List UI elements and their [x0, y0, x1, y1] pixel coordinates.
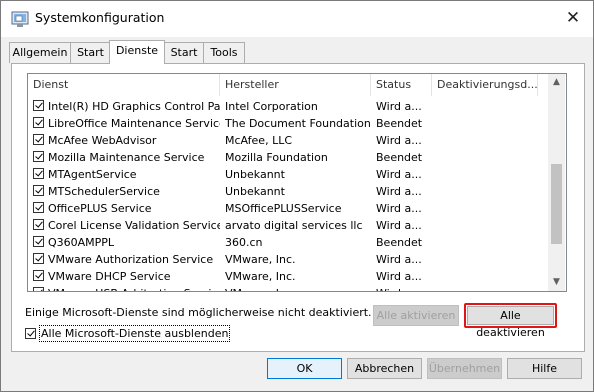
services-list[interactable]: Dienst Hersteller Status Deaktivierungsd…: [27, 73, 567, 292]
service-rows: Intel(R) HD Graphics Control Pa... Intel …: [28, 98, 538, 291]
service-vendor: MSOfficePLUSService: [225, 202, 342, 215]
tab-allgemein[interactable]: Allgemein: [9, 42, 71, 63]
tab-start-2[interactable]: Start: [164, 42, 204, 63]
service-checkbox-icon[interactable]: [33, 117, 44, 128]
service-status: Wird a...: [376, 100, 422, 113]
service-vendor: VMware, Inc.: [225, 285, 371, 291]
scrollbar-thumb[interactable]: [551, 164, 562, 244]
service-row[interactable]: Mozilla Maintenance Service Mozilla Found…: [28, 149, 538, 166]
column-header-dienst[interactable]: Dienst: [28, 74, 220, 96]
service-row[interactable]: Intel(R) HD Graphics Control Pa... Intel …: [28, 98, 538, 115]
service-checkbox-icon[interactable]: [33, 134, 44, 145]
ok-button[interactable]: OK: [267, 358, 342, 379]
service-checkbox-icon[interactable]: [33, 253, 44, 264]
service-name: LibreOffice Maintenance Service: [48, 117, 220, 130]
service-vendor: arvato digital services llc: [225, 219, 363, 232]
service-name: Q360AMPPL: [48, 236, 115, 249]
service-name: MTAgentService: [48, 168, 137, 181]
hide-microsoft-services-label: Alle Microsoft-Dienste ausblenden: [38, 325, 231, 342]
column-header-hersteller[interactable]: Hersteller: [220, 74, 371, 96]
service-name: OfficePLUS Service: [48, 202, 152, 215]
service-row[interactable]: OfficePLUS Service MSOfficePLUSService Wir…: [28, 200, 538, 217]
help-button[interactable]: Hilfe: [507, 358, 582, 379]
service-status: Wird a...: [376, 202, 422, 215]
service-row[interactable]: Q360AMPPL 360.cn Beendet: [28, 234, 538, 251]
close-icon: ✕: [565, 8, 581, 28]
hide-microsoft-services-check-icon[interactable]: [25, 328, 36, 339]
service-status: Wird a...: [376, 134, 422, 147]
service-vendor: 360.cn: [225, 236, 263, 249]
tab-dienste[interactable]: Dienste: [109, 40, 165, 64]
service-status: Wird a...: [376, 270, 422, 283]
service-checkbox-icon[interactable]: [33, 202, 44, 213]
service-checkbox-icon[interactable]: [33, 100, 44, 111]
service-row[interactable]: VMware USB Arbitration Service VMware, In…: [28, 285, 538, 291]
service-row[interactable]: VMware DHCP Service VMware, Inc. Wird a...: [28, 268, 538, 285]
service-row[interactable]: McAfee WebAdvisor McAfee, LLC Wird a...: [28, 132, 538, 149]
close-button[interactable]: ✕: [559, 6, 587, 30]
window-title: Systemkonfiguration: [35, 10, 165, 25]
column-header-status[interactable]: Status: [371, 74, 432, 96]
service-name: Corel License Validation Service ...: [48, 219, 220, 232]
title-bar: Systemkonfiguration ✕: [1, 1, 593, 37]
service-status: Wird a...: [376, 185, 422, 198]
service-checkbox-icon[interactable]: [33, 270, 44, 281]
service-row[interactable]: VMware Authorization Service VMware, Inc.…: [28, 251, 538, 268]
scroll-up-icon[interactable]: ▲: [548, 74, 565, 91]
service-vendor: Unbekannt: [225, 168, 285, 181]
service-name: VMware Authorization Service: [48, 253, 214, 266]
service-vendor: Intel Corporation: [225, 100, 318, 113]
service-status: Beendet: [376, 117, 423, 130]
service-name: VMware USB Arbitration Service: [48, 285, 220, 291]
service-checkbox-icon[interactable]: [33, 168, 44, 179]
vertical-scrollbar[interactable]: ▲ ▼: [548, 74, 565, 291]
tab-start[interactable]: Start: [70, 42, 111, 63]
service-status: Wird a...: [376, 253, 422, 266]
list-header: Dienst Hersteller Status Deaktivierungsd…: [28, 74, 538, 96]
apply-button[interactable]: Übernehmen: [427, 358, 502, 379]
microsoft-services-note: Einige Microsoft-Dienste sind möglicherw…: [25, 306, 372, 319]
service-checkbox-icon[interactable]: [33, 219, 44, 230]
service-vendor: Unbekannt: [225, 185, 285, 198]
service-row[interactable]: LibreOffice Maintenance Service The Docum…: [28, 115, 538, 132]
service-status: Beendet: [376, 151, 423, 164]
service-name: Mozilla Maintenance Service: [48, 151, 205, 164]
service-checkbox-icon[interactable]: [33, 151, 44, 162]
enable-all-button[interactable]: Alle aktivieren: [373, 305, 459, 326]
service-name: McAfee WebAdvisor: [48, 134, 157, 147]
service-row[interactable]: Corel License Validation Service ... arva…: [28, 217, 538, 234]
service-vendor: McAfee, LLC: [225, 134, 293, 147]
service-checkbox-icon[interactable]: [33, 287, 44, 291]
service-vendor: VMware, Inc.: [225, 270, 296, 283]
service-status: Wird a...: [376, 168, 422, 181]
service-name: MTSchedulerService: [48, 185, 160, 198]
service-status: Wird a...: [376, 285, 432, 291]
msconfig-app-icon: [11, 11, 29, 27]
service-status: Wird a...: [376, 219, 422, 232]
tab-tools[interactable]: Tools: [203, 42, 245, 63]
disable-all-button[interactable]: Alle deaktivieren: [467, 306, 554, 339]
service-status: Beendet: [376, 236, 423, 249]
service-name: Intel(R) HD Graphics Control Pa...: [48, 100, 220, 113]
column-header-deaktivierungsdatum[interactable]: Deaktivierungsd...: [432, 74, 538, 96]
service-vendor: Mozilla Foundation: [225, 151, 328, 164]
cancel-button[interactable]: Abbrechen: [347, 358, 422, 379]
system-configuration-window: Systemkonfiguration ✕ Allgemein Start Di…: [0, 0, 594, 392]
service-vendor: VMware, Inc.: [225, 253, 296, 266]
service-checkbox-icon[interactable]: [33, 236, 44, 247]
service-name: VMware DHCP Service: [48, 270, 171, 283]
service-row[interactable]: MTAgentService Unbekannt Wird a...: [28, 166, 538, 183]
scroll-down-icon[interactable]: ▼: [548, 274, 565, 291]
service-row[interactable]: MTSchedulerService Unbekannt Wird a...: [28, 183, 538, 200]
service-checkbox-icon[interactable]: [33, 185, 44, 196]
service-vendor: The Document Foundation: [225, 117, 371, 130]
